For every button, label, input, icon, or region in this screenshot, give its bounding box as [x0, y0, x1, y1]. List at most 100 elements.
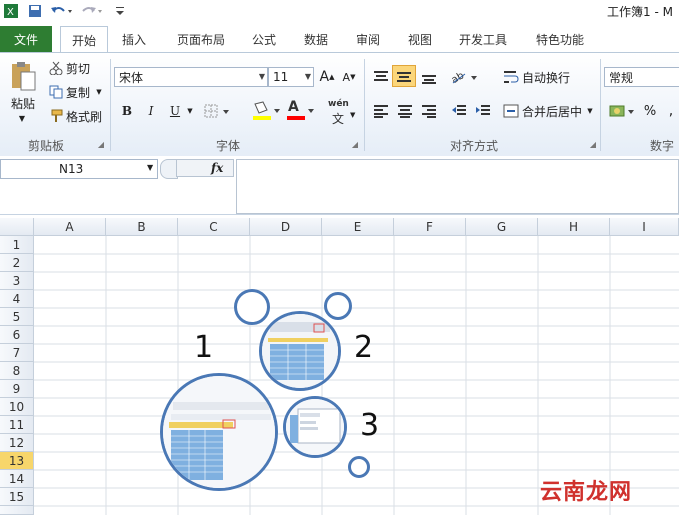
merge-center-icon[interactable] [502, 101, 520, 121]
insert-function-icon[interactable]: fx [211, 161, 223, 175]
row-header-selected[interactable]: 13 [0, 452, 34, 470]
column-header[interactable]: H [538, 218, 610, 236]
percent-button[interactable]: % [640, 101, 660, 121]
column-header[interactable]: F [394, 218, 466, 236]
font-name-value: 宋体 [119, 70, 144, 85]
row-header[interactable]: 7 [0, 344, 34, 362]
clipboard-launcher-icon[interactable]: ◢ [96, 139, 106, 149]
row-header[interactable]: 10 [0, 398, 34, 416]
tab-developer[interactable]: 开发工具 [452, 26, 514, 52]
decorative-small-circle [348, 456, 370, 478]
tab-formulas[interactable]: 公式 [244, 26, 284, 52]
customize-quick-access-icon[interactable] [114, 2, 126, 20]
chevron-down-icon: ▼ [147, 163, 154, 172]
copy-dropdown-icon[interactable]: ▼ [95, 86, 103, 98]
row-header[interactable]: 8 [0, 362, 34, 380]
font-size-value: 11 [273, 70, 289, 84]
row-header[interactable]: 11 [0, 416, 34, 434]
shrink-font-button[interactable]: A ▼ [340, 67, 358, 87]
column-header[interactable]: C [178, 218, 250, 236]
font-name-select[interactable]: 宋体 ▼ [114, 67, 268, 87]
decrease-indent-icon[interactable] [448, 101, 470, 121]
row-header[interactable]: 1 [0, 236, 34, 254]
paste-button[interactable]: 粘贴 [6, 95, 40, 111]
redo-icon[interactable] [78, 2, 104, 20]
increase-indent-icon[interactable] [472, 101, 494, 121]
borders-button[interactable] [202, 101, 232, 121]
row-header[interactable]: 5 [0, 308, 34, 326]
paste-icon[interactable] [6, 59, 40, 93]
tab-special-features[interactable]: 特色功能 [528, 26, 592, 52]
wrap-text-icon[interactable] [502, 67, 520, 87]
merge-dropdown-icon[interactable]: ▼ [586, 105, 594, 117]
tab-page-layout[interactable]: 页面布局 [170, 26, 232, 52]
select-all-corner[interactable] [0, 218, 34, 236]
italic-button[interactable]: I [142, 101, 160, 121]
undo-icon[interactable] [48, 2, 74, 20]
column-header[interactable]: A [34, 218, 106, 236]
column-header[interactable]: I [610, 218, 679, 236]
copy-icon[interactable] [48, 83, 64, 101]
align-bottom-icon[interactable] [418, 67, 440, 87]
column-header[interactable]: D [250, 218, 322, 236]
row-header[interactable]: 2 [0, 254, 34, 272]
bold-button[interactable]: B [118, 101, 136, 121]
font-launcher-icon[interactable]: ◢ [350, 139, 360, 149]
align-middle-icon[interactable] [392, 65, 416, 87]
tab-view[interactable]: 视图 [400, 26, 440, 52]
currency-format-icon[interactable] [608, 101, 636, 121]
align-left-icon[interactable] [370, 101, 392, 121]
tab-file[interactable]: 文件 [0, 26, 52, 52]
format-painter-icon[interactable] [48, 107, 64, 125]
row-header[interactable]: 3 [0, 272, 34, 290]
row-header[interactable]: 6 [0, 326, 34, 344]
comma-style-button[interactable]: , [664, 101, 678, 121]
wrap-text-button[interactable]: 自动换行 [522, 67, 576, 87]
copy-button[interactable]: 复制 [66, 83, 94, 101]
alignment-group-label: 对齐方式 [450, 139, 499, 153]
cut-icon[interactable] [48, 59, 64, 77]
row-header[interactable]: 4 [0, 290, 34, 308]
thumbnail-image [163, 376, 275, 488]
name-box[interactable]: N13 ▼ [0, 159, 158, 179]
row-header[interactable]: 14 [0, 470, 34, 488]
group-divider [110, 59, 111, 151]
merge-center-button[interactable]: 合并后居中 [522, 101, 588, 121]
font-size-select[interactable]: 11 ▼ [268, 67, 314, 87]
grow-font-button[interactable]: A ▲ [318, 67, 336, 87]
row-header[interactable]: 15 [0, 488, 34, 506]
formula-input[interactable] [236, 159, 679, 214]
tab-data[interactable]: 数据 [296, 26, 336, 52]
column-header[interactable]: B [106, 218, 178, 236]
column-header[interactable]: G [466, 218, 538, 236]
phonetic-char: 文 [332, 112, 345, 126]
row-header[interactable] [0, 506, 34, 515]
tab-insert[interactable]: 插入 [114, 26, 154, 52]
watermark-logo: 云南龙网 [540, 480, 633, 505]
column-header[interactable]: E [322, 218, 394, 236]
orientation-icon[interactable]: ab [448, 67, 478, 87]
row-header[interactable]: 12 [0, 434, 34, 452]
underline-dropdown-icon[interactable]: ▼ [186, 105, 194, 117]
align-right-icon[interactable] [418, 101, 440, 121]
worksheet-grid[interactable]: A B C D E F G H I 1 2 3 4 5 6 7 8 9 10 1… [0, 218, 679, 515]
tab-home[interactable]: 开始 [60, 26, 108, 53]
row-header[interactable]: 9 [0, 380, 34, 398]
cut-button[interactable]: 剪切 [66, 59, 94, 77]
formula-bar-buttons: fx [176, 159, 234, 177]
underline-button[interactable]: U [166, 101, 184, 121]
phonetic-guide-button[interactable]: wén 文 ▼ [326, 97, 358, 127]
window-title: 工作簿1 - M [607, 5, 673, 19]
alignment-launcher-icon[interactable]: ◢ [588, 139, 598, 149]
align-top-icon[interactable] [370, 67, 392, 87]
fill-color-button[interactable] [250, 99, 282, 123]
number-format-select[interactable]: 常规 [604, 67, 679, 87]
format-painter-button[interactable]: 格式刷 [66, 107, 106, 125]
chevron-down-icon: ▼ [304, 72, 311, 81]
font-color-button[interactable]: A [284, 99, 316, 123]
paste-dropdown-icon[interactable]: ▼ [16, 113, 28, 123]
align-center-icon[interactable] [394, 101, 416, 121]
save-icon[interactable] [26, 2, 44, 20]
tab-review[interactable]: 审阅 [348, 26, 388, 52]
thumbnail-image [262, 314, 338, 388]
